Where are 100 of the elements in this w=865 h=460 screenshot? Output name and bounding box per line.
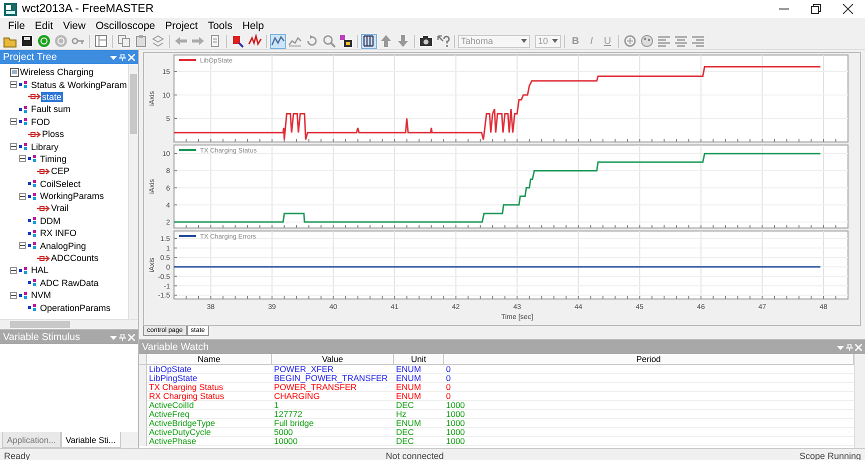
- tree-item[interactable]: OperationParams: [39, 302, 112, 313]
- group-icon: [28, 303, 39, 312]
- tree-item[interactable]: WorkingParams: [39, 191, 105, 202]
- table-cell: ActiveDutyCycle: [147, 428, 272, 437]
- menu-item[interactable]: Oscilloscope: [92, 20, 160, 32]
- dropdown-icon[interactable]: [110, 334, 117, 340]
- copy-button[interactable]: [116, 34, 132, 48]
- tree-item[interactable]: FOD: [30, 116, 51, 127]
- align-right-button[interactable]: [690, 34, 706, 48]
- grid-button[interactable]: [361, 34, 377, 48]
- table-cell: 1000: [444, 410, 854, 419]
- scrollbar[interactable]: [854, 354, 865, 448]
- down-arrow-button[interactable]: [395, 34, 411, 48]
- table-cell: BEGIN_POWER_TRANSFER: [272, 374, 394, 383]
- group-icon: [28, 154, 39, 164]
- palette-button[interactable]: [639, 34, 655, 48]
- stack-button[interactable]: [150, 34, 166, 48]
- tree-item[interactable]: ADC RawData: [39, 278, 100, 288]
- signal-button[interactable]: [247, 34, 263, 48]
- column-header[interactable]: Name: [147, 354, 272, 365]
- table-cell: LibOpState: [147, 365, 272, 374]
- menu-item[interactable]: View: [59, 20, 90, 32]
- dropdown-icon[interactable]: [110, 54, 117, 60]
- pane-tab[interactable]: Application...: [2, 432, 61, 448]
- paste-button[interactable]: [133, 34, 149, 48]
- group-icon: [28, 179, 39, 188]
- save-button[interactable]: [19, 34, 35, 48]
- pin-icon[interactable]: [119, 334, 126, 340]
- collapse-toggle[interactable]: [19, 155, 26, 162]
- tree-item[interactable]: Fault sum: [30, 104, 72, 114]
- table-cell: 0: [444, 383, 854, 392]
- table-cell: RX Charging Status: [147, 392, 272, 401]
- tree-item[interactable]: AnalogPing: [39, 240, 88, 251]
- pin-icon[interactable]: [119, 54, 126, 60]
- group-icon: [28, 241, 39, 250]
- tree-item[interactable]: DDM: [39, 216, 62, 226]
- camera-button[interactable]: [418, 34, 434, 48]
- collapse-toggle[interactable]: [10, 292, 17, 299]
- table-cell: 10000: [272, 437, 394, 446]
- tree-item[interactable]: Vrail: [50, 203, 70, 214]
- table-cell: ENUM: [394, 383, 444, 392]
- table-cell: ENUM: [394, 392, 444, 401]
- watch-button[interactable]: [338, 34, 354, 48]
- scrollbar[interactable]: [128, 64, 138, 319]
- app-icon: [4, 2, 17, 16]
- help-button[interactable]: [435, 34, 451, 48]
- tree-item[interactable]: Timing: [39, 154, 68, 164]
- column-header[interactable]: Value: [272, 354, 394, 365]
- menu-item[interactable]: Tools: [204, 20, 236, 32]
- group-icon: [28, 278, 39, 288]
- scrollbar[interactable]: [0, 319, 138, 329]
- tree-item[interactable]: CEP: [50, 166, 71, 176]
- group-icon: [19, 104, 30, 114]
- restore-icon[interactable]: [811, 4, 821, 14]
- menu-item[interactable]: File: [4, 20, 29, 32]
- dropdown-icon[interactable]: [837, 344, 844, 350]
- pane-title: Variable Stimulus: [3, 332, 80, 342]
- tree-item[interactable]: HAL: [30, 265, 50, 276]
- variable-icon: [28, 130, 41, 139]
- tree-item[interactable]: RX INFO: [39, 228, 78, 238]
- menu-item[interactable]: Project: [161, 20, 202, 32]
- pane-tab[interactable]: Variable Sti...: [60, 432, 121, 448]
- pin-icon[interactable]: [846, 344, 853, 350]
- tree-item[interactable]: ADCCounts: [50, 253, 100, 264]
- close-icon[interactable]: [843, 4, 853, 14]
- table-cell: 1000: [444, 428, 854, 437]
- menu-item[interactable]: Help: [238, 20, 268, 32]
- table-cell: 5000: [272, 428, 394, 437]
- tree-item[interactable]: CoilSelect: [39, 178, 82, 189]
- chip-button[interactable]: [230, 34, 246, 48]
- project-icon: [10, 68, 19, 77]
- tree-item[interactable]: Status & WorkingParam: [30, 80, 128, 90]
- variable-icon: [28, 92, 41, 102]
- menu-item[interactable]: Edit: [30, 20, 58, 32]
- column-header[interactable]: Period: [444, 354, 854, 365]
- align-left-button[interactable]: [656, 34, 672, 48]
- corner-header: [139, 354, 147, 365]
- collapse-toggle[interactable]: [10, 118, 17, 126]
- disconnect-button[interactable]: [53, 34, 69, 48]
- group-icon: [28, 216, 39, 226]
- tree-item[interactable]: Library: [30, 142, 60, 152]
- collapse-toggle[interactable]: [10, 81, 17, 88]
- variable-icon: [37, 166, 50, 176]
- status-text: Scope Running: [799, 450, 861, 460]
- pane-title: Project Tree: [3, 52, 57, 62]
- tree-item[interactable]: state: [41, 92, 63, 102]
- caret-icon: [521, 39, 527, 43]
- scope-button[interactable]: [270, 34, 286, 48]
- collapse-toggle[interactable]: [10, 143, 17, 150]
- tree-item[interactable]: Wireless Charging: [19, 67, 95, 78]
- collapse-toggle[interactable]: [10, 266, 17, 274]
- tree-item[interactable]: NVM: [30, 290, 52, 300]
- align-center-button[interactable]: [673, 34, 689, 48]
- collapse-toggle[interactable]: [19, 192, 26, 200]
- layout-button[interactable]: [93, 34, 109, 48]
- column-header[interactable]: Unit: [394, 354, 444, 365]
- collapse-toggle[interactable]: [19, 242, 26, 250]
- shapes-button[interactable]: [622, 34, 638, 48]
- table-cell: 1: [272, 401, 394, 410]
- tree-item[interactable]: Ploss: [41, 129, 66, 140]
